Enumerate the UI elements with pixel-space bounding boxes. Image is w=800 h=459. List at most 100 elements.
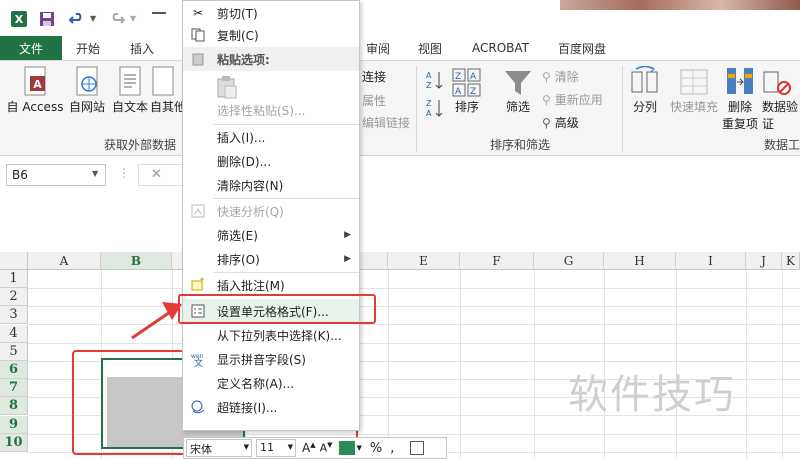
menu-item-cut[interactable]: ✂ 剪切(T) [183, 1, 359, 25]
increase-font-icon[interactable]: A▲ [302, 441, 316, 455]
font-size-dropdown-icon: ▼ [287, 443, 293, 451]
filter-menu-label: 筛选(E) [217, 228, 258, 243]
redo-dropdown-icon[interactable]: ▼ [130, 14, 136, 23]
reapply-button[interactable]: ⚲ 重新应用 [542, 91, 603, 108]
format-painter-icon[interactable] [410, 441, 425, 455]
name-box[interactable]: B6 [6, 164, 106, 186]
tab-insert[interactable]: 插入 [130, 36, 154, 60]
number-format-icon[interactable] [338, 441, 355, 455]
filter-label: 筛选 [505, 100, 530, 114]
customize-qat-icon[interactable] [152, 12, 166, 14]
tab-file[interactable]: 文件 [0, 36, 62, 60]
row-header-4[interactable]: 4 [0, 324, 28, 343]
decrease-font-icon[interactable]: A▼ [320, 441, 333, 455]
sort-button[interactable]: ZAAZ 排序 [450, 68, 484, 115]
column-header-j[interactable]: J [746, 252, 782, 270]
menu-item-sort[interactable]: 排序(O) ▶ [183, 247, 359, 271]
select-all-corner[interactable] [0, 252, 28, 270]
from-web-button[interactable]: 自网站 [66, 66, 108, 115]
advanced-filter-button[interactable]: ⚲ 高级 [542, 114, 579, 131]
row-header-6[interactable]: 6 [0, 361, 28, 379]
menu-item-define-name[interactable]: 定义名称(A)... [183, 371, 359, 395]
name-box-value: B6 [12, 168, 28, 182]
menu-item-clear[interactable]: 清除内容(N) [183, 173, 359, 197]
row-header-8[interactable]: 8 [0, 397, 28, 416]
tab-start[interactable]: 开始 [76, 36, 100, 60]
properties-button[interactable]: 属性 [362, 92, 386, 109]
tab-baidu[interactable]: 百度网盘 [558, 36, 606, 60]
save-icon[interactable] [36, 8, 58, 30]
paste-clipboard-icon[interactable] [213, 73, 241, 101]
menu-item-filter[interactable]: 筛选(E) ▶ [183, 223, 359, 247]
clear-filter-button[interactable]: ⚲ 清除 [542, 68, 579, 85]
column-header-k[interactable]: K [782, 252, 800, 270]
tab-file-label: 文件 [18, 41, 43, 56]
flash-fill-button[interactable]: 快速填充 [666, 66, 722, 115]
sort-az-icon[interactable]: AZ [426, 70, 444, 93]
annotation-box-format-cells [178, 294, 376, 324]
menu-item-insert[interactable]: 插入(I)... [183, 125, 359, 149]
sort-label: 排序 [454, 100, 479, 114]
row-header-5[interactable]: 5 [0, 342, 28, 361]
menu-item-pick-from-list[interactable]: 从下拉列表中选择(K)... [183, 323, 359, 347]
column-gridline [388, 270, 389, 459]
connections-button[interactable]: 连接 [362, 68, 386, 85]
filter-funnel-icon [505, 71, 531, 95]
column-header-f[interactable]: F [460, 252, 534, 270]
remove-duplicates-button[interactable]: 删除 重复项 [720, 66, 760, 132]
menu-item-delete[interactable]: 删除(D)... [183, 149, 359, 173]
tab-review[interactable]: 审阅 [366, 36, 390, 60]
comma-style-button[interactable]: , [390, 441, 394, 456]
redo-icon[interactable] [106, 8, 128, 30]
svg-text:A: A [455, 87, 462, 97]
row-header-2[interactable]: 2 [0, 288, 28, 307]
column-gridline [746, 270, 747, 459]
column-header-i[interactable]: I [676, 252, 746, 270]
font-size-box[interactable]: 11 ▼ [256, 439, 296, 457]
name-box-dropdown-icon[interactable]: ▼ [92, 169, 98, 178]
svg-text:Z: Z [426, 99, 432, 108]
column-gridline [534, 270, 535, 459]
formula-cancel-button[interactable]: ✕ [138, 164, 184, 186]
reapply-label: 重新应用 [554, 93, 603, 107]
phonetic-icon: wén 文 [189, 350, 207, 368]
from-access-button[interactable]: A 自 Access [6, 66, 64, 115]
flash-fill-icon [680, 69, 708, 95]
menu-item-phonetic[interactable]: wén 文 显示拼音字段(S) [183, 347, 359, 371]
delete-label: 删除(D)... [217, 154, 272, 169]
svg-text:A: A [33, 78, 42, 91]
row-header-7[interactable]: 7 [0, 379, 28, 398]
column-header-g[interactable]: G [534, 252, 604, 270]
menu-item-quick-analysis[interactable]: 快速分析(Q) [183, 199, 359, 223]
menu-item-hyperlink[interactable]: 超链接(I)... [183, 395, 359, 419]
column-header-e[interactable]: E [388, 252, 460, 270]
tab-view[interactable]: 视图 [418, 36, 442, 60]
data-validation-button[interactable]: 数据验 证 [762, 66, 800, 132]
row-header-3[interactable]: 3 [0, 306, 28, 325]
context-menu: ✂ 剪切(T) 复制(C) 粘贴选项: 选择性粘贴(S)... 插入(I)...… [182, 0, 360, 431]
row-header-1[interactable]: 1 [0, 270, 28, 288]
column-header-h[interactable]: H [604, 252, 676, 270]
scissors-icon: ✂ [192, 6, 204, 20]
from-text-button[interactable]: 自文本 [110, 66, 150, 115]
menu-item-paste-special[interactable]: 选择性粘贴(S)... [183, 98, 359, 122]
undo-icon[interactable] [66, 8, 88, 30]
font-name-box[interactable]: 宋体 ▼ [186, 439, 252, 457]
column-header-a[interactable]: A [28, 252, 101, 270]
row-header-10[interactable]: 10 [0, 433, 28, 452]
text-file-icon [119, 66, 141, 96]
menu-item-copy[interactable]: 复制(C) [183, 23, 359, 47]
filter-button[interactable]: 筛选 [500, 68, 536, 115]
from-other-button[interactable]: 自其他 [150, 66, 182, 115]
text-to-columns-button[interactable]: 分列 [628, 66, 662, 115]
tab-acrobat[interactable]: ACROBAT [472, 36, 529, 60]
number-format-dropdown-icon[interactable]: ▼ [357, 444, 362, 452]
undo-dropdown-icon[interactable]: ▼ [90, 14, 96, 23]
percent-style-button[interactable]: % [370, 441, 382, 456]
sort-dialog-icon: Z AA Z [452, 68, 481, 97]
row-header-9[interactable]: 9 [0, 415, 28, 434]
column-header-b[interactable]: B [101, 252, 172, 270]
group-label-data-tools: 数据工 [764, 138, 800, 152]
sort-za-icon[interactable]: ZA [426, 98, 444, 121]
edit-links-button[interactable]: 编辑链接 [362, 114, 410, 131]
